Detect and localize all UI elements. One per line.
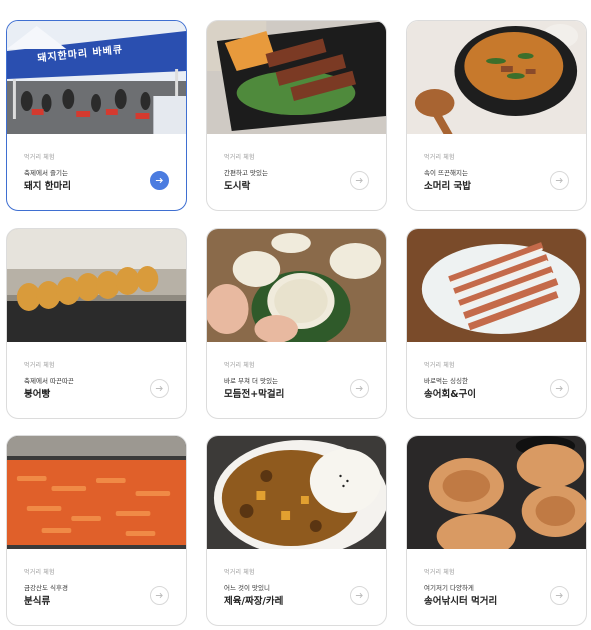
card-category: 먹거리 체험 <box>424 154 455 161</box>
arrow-right-icon <box>555 385 563 392</box>
card-description: 축제에서 따끈따끈 <box>24 377 74 385</box>
arrow-right-icon <box>555 177 563 184</box>
food-card-makgeolli[interactable]: 먹거리 체험 바로 부쳐 더 맛있는 모듬전+막걸리 <box>206 228 387 419</box>
card-category: 먹거리 체험 <box>224 569 255 576</box>
food-card-grid: 돼지한마리 바베큐 먹거리 체험 축제에서 즐기는 돼지 한마리 먹거리 체험 … <box>0 0 591 630</box>
card-category: 먹거리 체험 <box>224 362 255 369</box>
card-arrow-button[interactable] <box>550 379 569 398</box>
arrow-right-icon <box>355 177 363 184</box>
card-arrow-button[interactable] <box>150 586 169 605</box>
card-category: 먹거리 체험 <box>24 362 55 369</box>
card-arrow-button[interactable] <box>350 586 369 605</box>
card-title: 모듬전+막걸리 <box>224 389 285 400</box>
food-card-trout[interactable]: 먹거리 체험 바로먹는 싱싱한 송어회&구이 <box>406 228 587 419</box>
card-arrow-button[interactable] <box>550 171 569 190</box>
card-title: 분식류 <box>24 596 51 607</box>
food-card-pork[interactable]: 돼지한마리 바베큐 먹거리 체험 축제에서 즐기는 돼지 한마리 <box>6 20 187 211</box>
card-description: 간편하고 맛있는 <box>224 169 268 177</box>
card-arrow-button[interactable] <box>550 586 569 605</box>
makgeolli-photo <box>207 229 386 342</box>
food-card-fish-bread[interactable]: 먹거리 체험 축제에서 따끈따끈 붕어빵 <box>6 228 187 419</box>
card-title: 돼지 한마리 <box>24 181 72 192</box>
curry-photo <box>207 436 386 549</box>
card-arrow-button[interactable] <box>350 379 369 398</box>
bbq-tent-photo: 돼지한마리 바베큐 <box>7 21 186 134</box>
card-category: 먹거리 체험 <box>424 362 455 369</box>
card-title: 제육/짜장/카레 <box>224 596 284 607</box>
card-category: 먹거리 체험 <box>224 154 255 161</box>
card-category: 먹거리 체험 <box>24 569 55 576</box>
card-title: 소머리 국밥 <box>424 181 472 192</box>
hotteok-photo <box>407 436 586 549</box>
arrow-right-icon <box>155 592 163 599</box>
card-arrow-button[interactable] <box>350 171 369 190</box>
food-card-curry[interactable]: 먹거리 체험 어느 것이 맛있니 제육/짜장/카레 <box>206 435 387 626</box>
card-title: 송어회&구이 <box>424 389 476 400</box>
card-description: 여기저기 다양하게 <box>424 584 474 592</box>
card-title: 도시락 <box>224 181 251 192</box>
card-description: 속이 뜨끈해지는 <box>424 169 468 177</box>
food-card-soup[interactable]: 먹거리 체험 속이 뜨끈해지는 소머리 국밥 <box>406 20 587 211</box>
tteokbokki-photo <box>7 436 186 549</box>
card-description: 축제에서 즐기는 <box>24 169 68 177</box>
card-category: 먹거리 체험 <box>24 154 55 161</box>
arrow-right-icon <box>355 592 363 599</box>
card-title: 붕어빵 <box>24 389 51 400</box>
food-card-snacks[interactable]: 먹거리 체험 금강산도 식후경 분식류 <box>6 435 187 626</box>
arrow-right-icon <box>155 177 163 184</box>
soup-photo <box>407 21 586 134</box>
card-description: 어느 것이 맛있니 <box>224 584 270 592</box>
card-description: 금강산도 식후경 <box>24 584 68 592</box>
arrow-right-icon <box>355 385 363 392</box>
card-arrow-button[interactable] <box>150 171 169 190</box>
fish-bread-photo <box>7 229 186 342</box>
card-title: 송어낚시터 먹거리 <box>424 596 498 607</box>
card-category: 먹거리 체험 <box>424 569 455 576</box>
trout-photo <box>407 229 586 342</box>
card-arrow-button[interactable] <box>150 379 169 398</box>
lunchbox-photo <box>207 21 386 134</box>
arrow-right-icon <box>155 385 163 392</box>
arrow-right-icon <box>555 592 563 599</box>
card-description: 바로먹는 싱싱한 <box>424 377 468 385</box>
food-card-lunchbox[interactable]: 먹거리 체험 간편하고 맛있는 도시락 <box>206 20 387 211</box>
card-description: 바로 부쳐 더 맛있는 <box>224 377 279 385</box>
food-card-fishing-snacks[interactable]: 먹거리 체험 여기저기 다양하게 송어낚시터 먹거리 <box>406 435 587 626</box>
